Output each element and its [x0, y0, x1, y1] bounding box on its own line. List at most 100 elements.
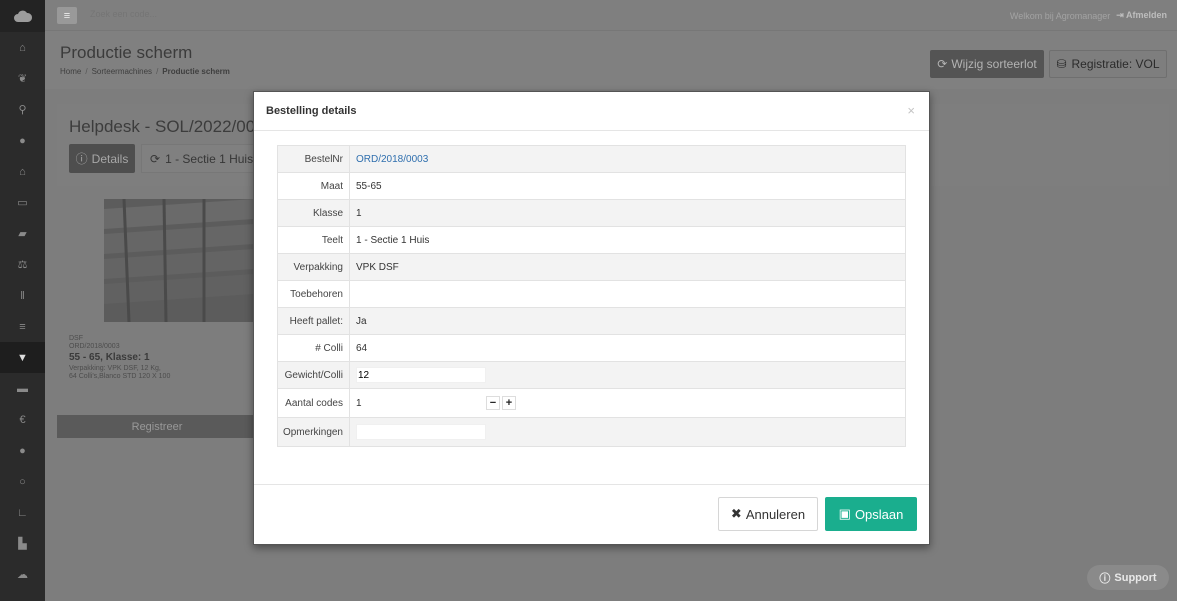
- cart-icon[interactable]: ▭: [0, 187, 45, 218]
- logout-label: Afmelden: [1125, 10, 1167, 20]
- sectie-button[interactable]: ⟳ 1 - Sectie 1 Huis: [141, 144, 263, 173]
- balance-icon[interactable]: ⚖: [0, 249, 45, 280]
- sectie-label: 1 - Sectie 1 Huis: [165, 151, 254, 166]
- verpakking-value: VPK DSF: [349, 253, 906, 281]
- table-row: Heeft pallet: Ja: [277, 307, 906, 335]
- map-marker-icon[interactable]: ⚲: [0, 94, 45, 125]
- table-row: # Colli 64: [277, 334, 906, 362]
- times-icon: ✖: [730, 506, 742, 521]
- opslaan-label: Opslaan: [854, 506, 904, 522]
- order-card: DSF ORD/2018/0003 55 - 65, Klasse: 1 Ver…: [57, 196, 257, 408]
- line-chart-icon[interactable]: ∟: [0, 497, 45, 528]
- breadcrumb-home[interactable]: Home: [60, 67, 81, 76]
- support-button[interactable]: ⓘ Support: [1087, 565, 1169, 590]
- registratie-button[interactable]: ⛁ Registratie: VOL: [1049, 50, 1167, 78]
- minus-icon[interactable]: −: [486, 396, 500, 410]
- card-line3: Verpakking: VPK DSF, 12 Kg,: [69, 365, 161, 372]
- klasse-value: 1: [349, 199, 906, 227]
- annuleren-button[interactable]: ✖ Annuleren: [718, 497, 818, 531]
- top-bar: ≡ Welkom bij Agromanager ⇥ Afmelden: [45, 0, 1177, 31]
- home-icon[interactable]: ⌂: [0, 32, 45, 63]
- table-row: Maat 55-65: [277, 172, 906, 200]
- breadcrumb-sorteermachines[interactable]: Sorteermachines: [92, 67, 152, 76]
- logout-link[interactable]: ⇥ Afmelden: [1116, 10, 1167, 21]
- wijzig-sorteerlot-button[interactable]: ⟳ Wijzig sorteerlot: [930, 50, 1044, 78]
- breadcrumb-current: Productie scherm: [162, 67, 230, 76]
- modal-header: Bestelling details ×: [254, 92, 929, 131]
- leaf-icon[interactable]: ❦: [0, 63, 45, 94]
- aantal-codes-value: 1: [356, 397, 362, 409]
- bestelling-details-modal: Bestelling details × BestelNr ORD/2018/0…: [253, 91, 930, 545]
- bank-icon[interactable]: ⌂: [0, 156, 45, 187]
- toebehoren-label: Toebehoren: [277, 280, 350, 308]
- registreer-button[interactable]: Registreer: [57, 415, 257, 438]
- opmerkingen-label: Opmerkingen: [277, 417, 350, 447]
- teelt-value: 1 - Sectie 1 Huis: [349, 226, 906, 254]
- floppy-disk-icon: ▣: [838, 506, 851, 521]
- table-row: Aantal codes 1 − +: [277, 388, 906, 418]
- clock-icon[interactable]: ○: [0, 466, 45, 497]
- teelt-label: Teelt: [277, 226, 350, 254]
- aantal-codes-label: Aantal codes: [277, 388, 350, 418]
- truck-icon[interactable]: ▬: [0, 373, 45, 404]
- table-row: Toebehoren: [277, 280, 906, 308]
- filter-icon[interactable]: ▼: [0, 342, 45, 373]
- maat-value: 55-65: [349, 172, 906, 200]
- table-row: BestelNr ORD/2018/0003: [277, 145, 906, 173]
- aantal-codes-stepper: 1 − +: [356, 396, 905, 410]
- plus-icon[interactable]: +: [502, 396, 516, 410]
- welcome-text: Welkom bij Agromanager: [1009, 10, 1111, 21]
- euro-icon[interactable]: €: [0, 404, 45, 435]
- gewicht-colli-input[interactable]: [356, 367, 486, 383]
- verpakking-label: Verpakking: [277, 253, 350, 281]
- menu-toggle-icon[interactable]: ≡: [57, 7, 77, 24]
- card-headline: 55 - 65, Klasse: 1: [69, 352, 150, 363]
- crates-image: [104, 199, 254, 322]
- panel-title: Helpdesk - SOL/2022/0011: [69, 117, 273, 136]
- modal-title: Bestelling details: [266, 105, 357, 117]
- search-input[interactable]: [90, 9, 290, 19]
- cubes-icon: ⛁: [1056, 57, 1067, 71]
- table-row: Verpakking VPK DSF: [277, 253, 906, 281]
- colli-label: # Colli: [277, 334, 350, 362]
- details-label: Details: [91, 151, 129, 166]
- book-icon[interactable]: ▰: [0, 218, 45, 249]
- bestelnr-link[interactable]: ORD/2018/0003: [356, 154, 428, 165]
- colli-value: 64: [349, 334, 906, 362]
- details-table: BestelNr ORD/2018/0003 Maat 55-65 Klasse…: [277, 145, 906, 447]
- user-area: Welkom bij Agromanager ⇥ Afmelden: [1010, 10, 1167, 21]
- registratie-label: Registratie: VOL: [1071, 57, 1160, 71]
- modal-footer-divider: [254, 484, 929, 485]
- page-title: Productie scherm: [60, 43, 193, 62]
- table-row: Klasse 1: [277, 199, 906, 227]
- card-line4: 64 Colli's,Blanco STD 120 X 100: [69, 373, 171, 380]
- support-label: Support: [1114, 571, 1157, 584]
- close-icon[interactable]: ×: [907, 103, 915, 118]
- refresh-icon: ⟳: [937, 57, 948, 71]
- table-row: Teelt 1 - Sectie 1 Huis: [277, 226, 906, 254]
- cloud-icon[interactable]: ☁: [0, 559, 45, 590]
- page-header: Productie scherm Home / Sorteermachines / Pr…: [45, 31, 1177, 89]
- refresh-icon: ⟳: [150, 151, 161, 166]
- opmerkingen-input[interactable]: [356, 424, 486, 440]
- info-icon: ⓘ: [75, 152, 88, 166]
- bar-chart-icon[interactable]: ▙: [0, 528, 45, 559]
- breadcrumb: Home / Sorteermachines / Productie scherm: [60, 67, 230, 76]
- card-line1: DSF: [69, 335, 83, 342]
- question-icon: ⓘ: [1099, 572, 1111, 585]
- heeft-pallet-label: Heeft pallet:: [277, 307, 350, 335]
- details-button[interactable]: ⓘ Details: [69, 144, 135, 173]
- user-icon[interactable]: ●: [0, 435, 45, 466]
- opslaan-button[interactable]: ▣ Opslaan: [825, 497, 917, 531]
- drop-icon[interactable]: ●: [0, 125, 45, 156]
- wijzig-label: Wijzig sorteerlot: [951, 57, 1037, 71]
- table-row: Opmerkingen: [277, 417, 906, 447]
- heeft-pallet-value: Ja: [349, 307, 906, 335]
- sidebar: ⌂ ❦ ⚲ ● ⌂ ▭ ▰ ⚖ ǁ ≡ ▼ ▬ € ● ○ ∟ ▙ ☁: [0, 0, 45, 601]
- thermometer-icon[interactable]: ǁ: [0, 280, 45, 311]
- table-row: Gewicht/Colli: [277, 361, 906, 389]
- cloud-logo-icon[interactable]: [0, 0, 45, 32]
- list-icon[interactable]: ≡: [0, 311, 45, 342]
- sign-out-icon: ⇥: [1116, 10, 1124, 20]
- card-line2: ORD/2018/0003: [69, 343, 120, 350]
